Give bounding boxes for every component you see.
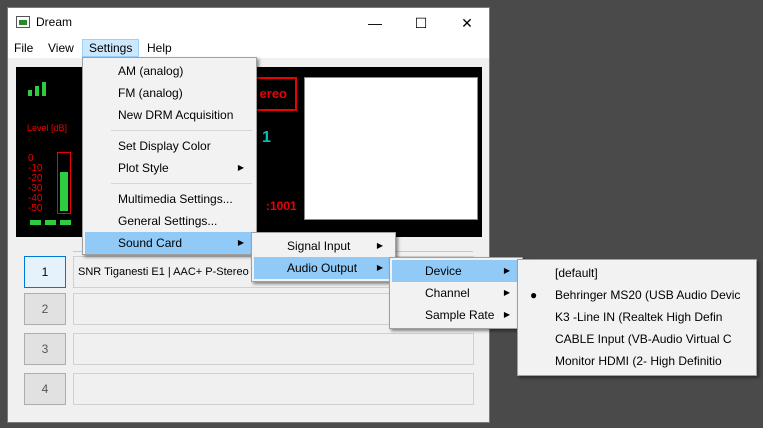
selected-dot-icon: ● [530, 288, 538, 302]
signal-bar [35, 86, 39, 96]
menu-item-label: Multimedia Settings... [118, 192, 233, 206]
menu-separator [111, 183, 252, 184]
menu-item-audio-output[interactable]: Audio Output ▶ [254, 257, 393, 279]
service-button-3[interactable]: 3 [24, 333, 66, 365]
menu-item-label: Signal Input [287, 239, 351, 253]
service-button-1[interactable]: 1 [24, 256, 66, 288]
menu-item-label: Device [425, 264, 462, 278]
status-led [60, 220, 71, 225]
status-led [45, 220, 56, 225]
menu-item-signal-input[interactable]: Signal Input ▶ [254, 235, 393, 257]
menu-item-label: AM (analog) [118, 64, 184, 78]
menu-item-multimedia[interactable]: Multimedia Settings... [85, 188, 254, 210]
level-meter [57, 152, 71, 214]
menu-item-channel[interactable]: Channel ▶ [392, 282, 520, 304]
device-item-cable-input[interactable]: CABLE Input (VB-Audio Virtual C [520, 328, 754, 350]
menu-item-label: Sound Card [118, 236, 183, 250]
settings-menu: AM (analog) FM (analog) New DRM Acquisit… [82, 57, 257, 255]
submenu-arrow-icon: ▶ [503, 288, 510, 297]
menu-item-label: Behringer MS20 (USB Audio Devic [555, 288, 741, 302]
status-led [30, 220, 41, 225]
device-item-k3-line-in[interactable]: K3 -Line IN (Realtek High Defin [520, 306, 754, 328]
menu-item-fm[interactable]: FM (analog) [85, 82, 254, 104]
menu-item-label: Channel [425, 286, 470, 300]
menu-item-sound-card[interactable]: Sound Card ▶ [85, 232, 254, 254]
menu-item-new-drm[interactable]: New DRM Acquisition [85, 104, 254, 126]
submenu-arrow-icon: ▶ [376, 241, 383, 250]
level-meter-fill [60, 172, 68, 211]
menu-settings[interactable]: Settings [82, 39, 140, 57]
menu-file[interactable]: File [8, 39, 39, 57]
device-item-behringer[interactable]: ● Behringer MS20 (USB Audio Devic [520, 284, 754, 306]
signal-bar [28, 90, 32, 96]
service-button-4[interactable]: 4 [24, 373, 66, 405]
menu-help[interactable]: Help [141, 39, 178, 57]
image-panel [304, 77, 478, 220]
menu-view[interactable]: View [42, 39, 80, 57]
audio-output-menu: Device ▶ Channel ▶ Sample Rate ▶ [389, 257, 523, 329]
maximize-button[interactable]: ☐ [398, 8, 444, 38]
app-icon [16, 16, 30, 28]
menu-item-label: Audio Output [287, 261, 358, 275]
menu-item-plot-style[interactable]: Plot Style ▶ [85, 157, 254, 179]
service-label-4 [73, 373, 474, 405]
menu-item-label: Plot Style [118, 161, 169, 175]
menu-item-device[interactable]: Device ▶ [392, 260, 520, 282]
menu-item-sample-rate[interactable]: Sample Rate ▶ [392, 304, 520, 326]
title-bar[interactable]: Dream — ☐ ✕ [8, 8, 489, 38]
device-menu: [default] ● Behringer MS20 (USB Audio Dev… [517, 259, 757, 376]
menu-bar: File View Settings Help [8, 38, 489, 58]
menu-item-label: FM (analog) [118, 86, 183, 100]
close-button[interactable]: ✕ [444, 8, 490, 38]
menu-item-label: [default] [555, 266, 598, 280]
menu-separator [111, 130, 252, 131]
menu-item-display-color[interactable]: Set Display Color [85, 135, 254, 157]
minimize-button[interactable]: — [352, 8, 398, 38]
menu-item-label: K3 -Line IN (Realtek High Defin [555, 310, 723, 324]
scale-label: -50 [28, 203, 43, 214]
level-label: Level [dB] [27, 123, 68, 133]
submenu-arrow-icon: ▶ [376, 263, 383, 272]
station-number: 1 [262, 129, 271, 146]
menu-item-label: New DRM Acquisition [118, 108, 234, 122]
submenu-arrow-icon: ▶ [503, 266, 510, 275]
menu-item-label: Monitor HDMI (2- High Definitio [555, 354, 722, 368]
menu-item-label: Sample Rate [425, 308, 495, 322]
signal-bar [42, 82, 46, 96]
menu-item-label: CABLE Input (VB-Audio Virtual C [555, 332, 732, 346]
service-button-2[interactable]: 2 [24, 293, 66, 325]
sound-card-menu: Signal Input ▶ Audio Output ▶ [251, 232, 396, 282]
menu-item-am[interactable]: AM (analog) [85, 60, 254, 82]
device-item-monitor-hdmi[interactable]: Monitor HDMI (2- High Definitio [520, 350, 754, 372]
submenu-arrow-icon: ▶ [237, 163, 244, 172]
menu-item-label: Set Display Color [118, 139, 211, 153]
service-code: :1001 [266, 199, 297, 213]
service-label-3 [73, 333, 474, 365]
menu-item-label: General Settings... [118, 214, 218, 228]
window-title: Dream [36, 15, 73, 29]
device-item-default[interactable]: [default] [520, 262, 754, 284]
menu-item-general[interactable]: General Settings... [85, 210, 254, 232]
submenu-arrow-icon: ▶ [237, 238, 244, 247]
submenu-arrow-icon: ▶ [503, 310, 510, 319]
